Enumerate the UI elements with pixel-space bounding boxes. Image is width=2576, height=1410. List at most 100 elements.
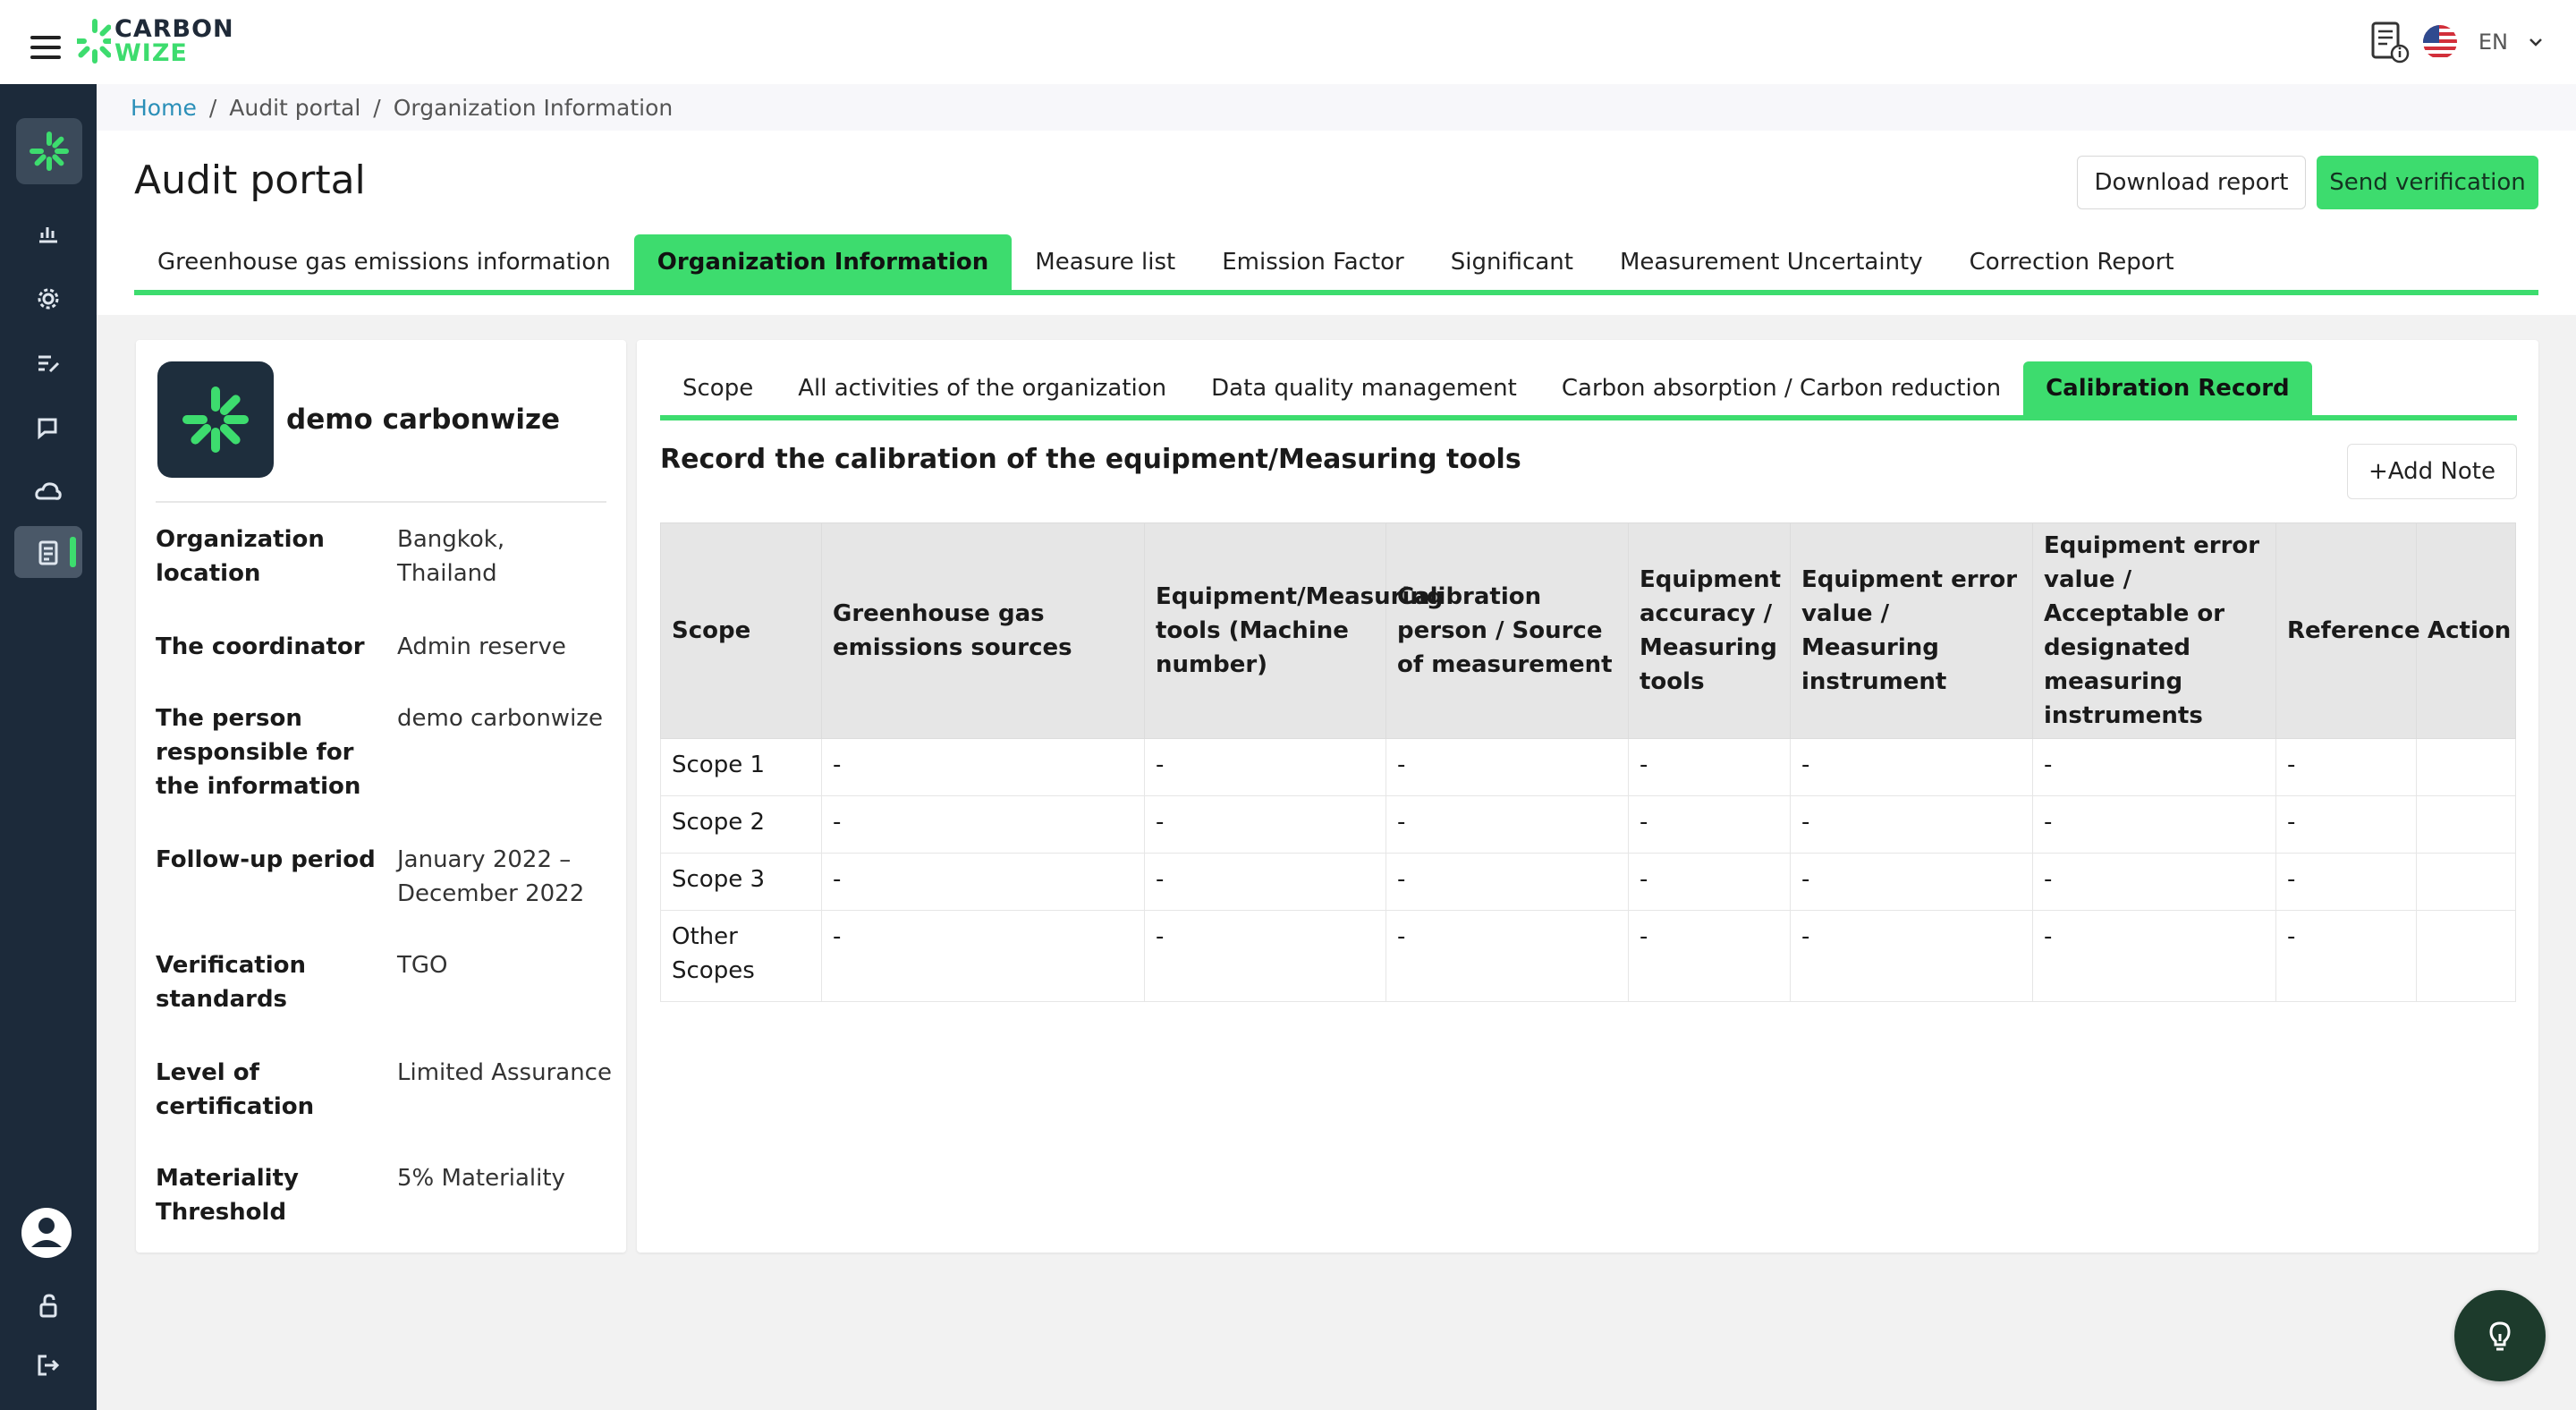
- column-header: Reference: [2275, 522, 2420, 739]
- breadcrumb-home[interactable]: Home: [131, 95, 197, 121]
- unlock-icon[interactable]: [32, 1290, 64, 1322]
- language-selector[interactable]: EN: [2479, 30, 2508, 55]
- carbonwize-logo[interactable]: CARBON WIZE: [77, 14, 234, 68]
- breadcrumb-separator: /: [208, 95, 217, 121]
- logo-burst-icon: [77, 19, 111, 64]
- info-row-responsible-person: The person responsible for the informati…: [156, 701, 612, 803]
- action-cell[interactable]: [2416, 795, 2516, 854]
- table-cell: -: [1628, 853, 1791, 911]
- add-note-button[interactable]: +Add Note: [2347, 444, 2517, 499]
- logo-burst-icon: [30, 132, 69, 171]
- tab-emission-factor[interactable]: Emission Factor: [1199, 234, 1428, 290]
- tab-greenhouse-gas-emissions[interactable]: Greenhouse gas emissions information: [134, 234, 634, 290]
- active-indicator: [70, 537, 76, 567]
- organization-info-card: demo carbonwize Organization location Ba…: [136, 340, 626, 1253]
- calibration-table: Scope Greenhouse gas emissions sources E…: [660, 522, 2516, 1002]
- tab-correction-report[interactable]: Correction Report: [1946, 234, 2198, 290]
- sidebar-logo[interactable]: [16, 118, 82, 184]
- table-cell: -: [2275, 738, 2417, 796]
- breadcrumb-audit-portal[interactable]: Audit portal: [229, 95, 360, 121]
- subtab-scope[interactable]: Scope: [660, 361, 775, 415]
- table-cell: -: [2032, 795, 2276, 854]
- settings-gear-icon[interactable]: [32, 283, 64, 315]
- report-info-icon[interactable]: [2369, 20, 2411, 64]
- action-cell[interactable]: [2416, 738, 2516, 796]
- info-label: Organization location: [156, 526, 325, 587]
- subtab-all-activities[interactable]: All activities of the organization: [775, 361, 1189, 415]
- table-cell: -: [1385, 910, 1629, 1002]
- sub-tab-bar: Scope All activities of the organization…: [660, 361, 2517, 420]
- table-row: Scope 2 - - - - - - -: [660, 795, 2516, 854]
- column-header: Scope: [660, 522, 822, 739]
- table-cell: Other Scopes: [660, 910, 822, 1002]
- help-tips-button[interactable]: [2454, 1290, 2546, 1381]
- tab-organization-information[interactable]: Organization Information: [633, 234, 1013, 290]
- calibration-content-card: Scope All activities of the organization…: [637, 340, 2538, 1253]
- info-value: Limited Assurance: [397, 1059, 612, 1086]
- action-cell[interactable]: [2416, 853, 2516, 911]
- send-verification-button[interactable]: Send verification: [2317, 156, 2538, 209]
- subtab-data-quality[interactable]: Data quality management: [1189, 361, 1539, 415]
- logout-icon[interactable]: [32, 1349, 64, 1381]
- info-label: Verification standards: [156, 952, 307, 1013]
- info-row-materiality-threshold: Materiality Threshold 5% Materiality: [156, 1161, 612, 1229]
- subtab-carbon-absorption[interactable]: Carbon absorption / Carbon reduction: [1539, 361, 2023, 415]
- table-cell: -: [1385, 795, 1629, 854]
- tab-significant[interactable]: Significant: [1428, 234, 1597, 290]
- header-actions: EN: [2369, 18, 2544, 66]
- table-cell: -: [2032, 853, 2276, 911]
- table-cell: -: [1385, 738, 1629, 796]
- info-row-verification-standards: Verification standards TGO: [156, 948, 612, 1016]
- info-label: Follow-up period: [156, 846, 376, 873]
- info-value: 5% Materiality: [397, 1165, 565, 1192]
- info-row-coordinator: The coordinator Admin reserve: [156, 630, 612, 664]
- table-cell: -: [1628, 795, 1791, 854]
- action-cell[interactable]: [2416, 910, 2516, 1002]
- info-value: January 2022 – December 2022: [397, 846, 585, 907]
- tab-measure-list[interactable]: Measure list: [1012, 234, 1199, 290]
- info-row-location: Organization location Bangkok, Thailand: [156, 522, 612, 590]
- cloud-emission-icon[interactable]: [32, 476, 64, 508]
- tab-measurement-uncertainty[interactable]: Measurement Uncertainty: [1597, 234, 1946, 290]
- breadcrumb: Home / Audit portal / Organization Infor…: [131, 95, 673, 121]
- audit-document-icon[interactable]: [32, 537, 64, 569]
- info-label: Level of certification: [156, 1059, 315, 1120]
- info-label: The person responsible for the informati…: [156, 705, 361, 800]
- page-title: Audit portal: [134, 157, 366, 203]
- subtab-calibration-record[interactable]: Calibration Record: [2023, 361, 2312, 415]
- table-cell: -: [1790, 795, 2033, 854]
- message-flag-icon[interactable]: [32, 412, 64, 444]
- dashboard-chart-icon[interactable]: [32, 218, 64, 251]
- table-row: Scope 1 - - - - - - -: [660, 738, 2516, 796]
- logo-line-1: CARBON: [114, 15, 234, 43]
- table-header-row: Scope Greenhouse gas emissions sources E…: [660, 522, 2516, 739]
- info-row-certification-level: Level of certification Limited Assurance: [156, 1056, 612, 1124]
- main-tab-bar: Greenhouse gas emissions information Org…: [134, 234, 2538, 295]
- table-cell: -: [821, 910, 1145, 1002]
- us-flag-icon[interactable]: [2422, 25, 2457, 59]
- column-header: Equipment/Measuring tools (Machine numbe…: [1144, 522, 1443, 739]
- table-cell: -: [821, 853, 1145, 911]
- table-cell: -: [2275, 795, 2417, 854]
- table-cell: Scope 3: [660, 853, 822, 911]
- organization-header: demo carbonwize: [157, 361, 560, 478]
- top-header: CARBON WIZE EN: [0, 0, 2576, 84]
- table-cell: -: [1144, 738, 1386, 796]
- user-avatar-icon[interactable]: [20, 1206, 73, 1260]
- section-title: Record the calibration of the equipment/…: [660, 444, 1521, 475]
- chevron-down-icon[interactable]: [2528, 34, 2544, 50]
- download-report-button[interactable]: Download report: [2077, 156, 2306, 209]
- table-cell: -: [1790, 910, 2033, 1002]
- column-header: Calibration person / Source of measureme…: [1385, 522, 1629, 739]
- organization-logo-avatar: [157, 361, 274, 478]
- table-row: Other Scopes - - - - - - -: [660, 910, 2516, 1002]
- table-cell: -: [2275, 910, 2417, 1002]
- table-cell: -: [2032, 910, 2276, 1002]
- logo-line-2: WIZE: [114, 39, 188, 67]
- hamburger-menu-icon[interactable]: [30, 36, 61, 59]
- edit-list-icon[interactable]: [32, 347, 64, 379]
- logo-burst-icon: [182, 386, 249, 453]
- info-value: Bangkok, Thailand: [397, 526, 505, 587]
- table-cell: -: [1144, 795, 1386, 854]
- table-cell: -: [821, 738, 1145, 796]
